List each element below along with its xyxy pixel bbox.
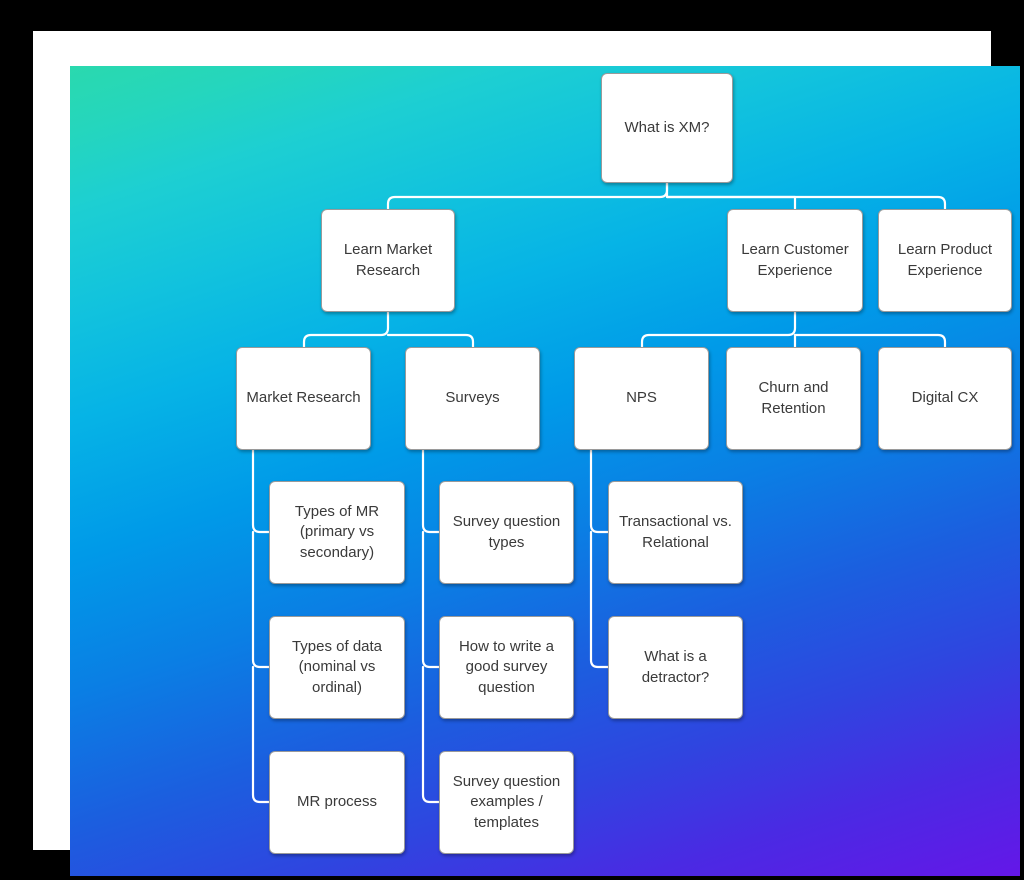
node-what-is-xm[interactable]: What is XM? xyxy=(601,73,733,183)
canvas-frame: What is XM? Learn Market Research Learn … xyxy=(33,31,1020,876)
node-survey-question-examples[interactable]: Survey question examples / templates xyxy=(439,751,574,854)
edge-nps-trunk xyxy=(589,448,610,669)
mindmap-canvas[interactable]: What is XM? Learn Market Research Learn … xyxy=(70,66,1020,876)
node-learn-customer-experience[interactable]: Learn Customer Experience xyxy=(727,209,863,312)
edge-surveys-trunk xyxy=(421,448,441,804)
node-how-to-write-a-good-survey-question[interactable]: How to write a good survey question xyxy=(439,616,574,719)
node-types-of-data[interactable]: Types of data (nominal vs ordinal) xyxy=(269,616,405,719)
node-types-of-mr[interactable]: Types of MR (primary vs secondary) xyxy=(269,481,405,584)
edge-xm-to-learn-market-research xyxy=(386,181,669,211)
node-nps[interactable]: NPS xyxy=(574,347,709,450)
edge-lcx-to-digital-cx xyxy=(793,333,947,349)
node-learn-product-experience[interactable]: Learn Product Experience xyxy=(878,209,1012,312)
edge-xm-to-learn-customer-experience xyxy=(665,181,797,211)
node-market-research[interactable]: Market Research xyxy=(236,347,371,450)
edge-xm-to-learn-product-experience xyxy=(665,195,947,211)
node-churn-and-retention[interactable]: Churn and Retention xyxy=(726,347,861,450)
node-survey-question-types[interactable]: Survey question types xyxy=(439,481,574,584)
edge-lmr-to-surveys xyxy=(386,333,475,349)
node-digital-cx[interactable]: Digital CX xyxy=(878,347,1012,450)
screenshot-stage: What is XM? Learn Market Research Learn … xyxy=(0,0,1024,880)
node-mr-process[interactable]: MR process xyxy=(269,751,405,854)
node-surveys[interactable]: Surveys xyxy=(405,347,540,450)
node-what-is-a-detractor[interactable]: What is a detractor? xyxy=(608,616,743,719)
edge-lcx-to-nps xyxy=(640,310,797,349)
edge-lmr-to-market-research xyxy=(302,310,390,349)
node-transactional-vs-relational[interactable]: Transactional vs. Relational xyxy=(608,481,743,584)
edge-mr-trunk xyxy=(251,448,271,804)
node-learn-market-research[interactable]: Learn Market Research xyxy=(321,209,455,312)
